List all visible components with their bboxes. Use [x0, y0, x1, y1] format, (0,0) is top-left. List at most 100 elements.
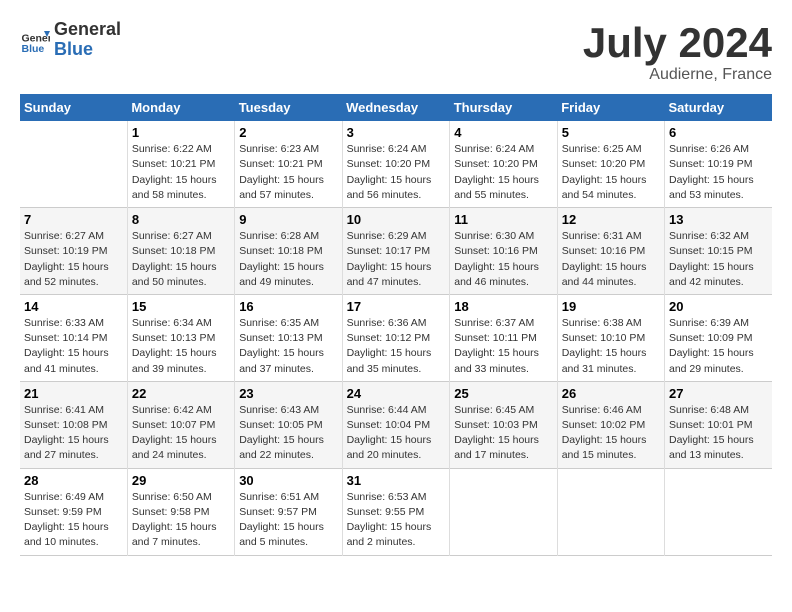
calendar-cell: 24 Sunrise: 6:44 AMSunset: 10:04 PMDaylig… — [342, 381, 450, 468]
calendar-cell: 4 Sunrise: 6:24 AMSunset: 10:20 PMDayligh… — [450, 121, 557, 207]
calendar-header-row: SundayMondayTuesdayWednesdayThursdayFrid… — [20, 94, 772, 121]
day-number: 10 — [347, 212, 446, 227]
day-number: 14 — [24, 299, 123, 314]
calendar-cell: 31 Sunrise: 6:53 AMSunset: 9:55 PMDayligh… — [342, 468, 450, 555]
calendar-cell — [665, 468, 773, 555]
calendar-cell: 5Sunrise: 6:25 AMSunset: 10:20 PMDayligh… — [557, 121, 664, 207]
day-number: 23 — [239, 386, 337, 401]
calendar-cell: 28Sunrise: 6:49 AMSunset: 9:59 PMDayligh… — [20, 468, 127, 555]
day-number: 17 — [347, 299, 446, 314]
header-day-saturday: Saturday — [665, 94, 773, 121]
logo-text-general: General — [54, 20, 121, 40]
day-info: Sunrise: 6:37 AMSunset: 10:11 PMDaylight… — [454, 316, 552, 377]
day-number: 1 — [132, 125, 230, 140]
day-number: 12 — [562, 212, 660, 227]
title-area: July 2024 Audierne, France — [583, 20, 772, 84]
day-number: 24 — [347, 386, 446, 401]
calendar-table: SundayMondayTuesdayWednesdayThursdayFrid… — [20, 94, 772, 555]
day-number: 21 — [24, 386, 123, 401]
day-info: Sunrise: 6:44 AMSunset: 10:04 PMDaylight… — [347, 403, 446, 464]
day-number: 13 — [669, 212, 768, 227]
calendar-cell: 21 Sunrise: 6:41 AMSunset: 10:08 PMDaylig… — [20, 381, 127, 468]
day-info: Sunrise: 6:51 AMSunset: 9:57 PMDaylight:… — [239, 490, 337, 551]
day-info: Sunrise: 6:30 AMSunset: 10:16 PMDaylight… — [454, 229, 552, 290]
calendar-cell: 8 Sunrise: 6:27 AMSunset: 10:18 PMDayligh… — [127, 208, 234, 295]
day-info: Sunrise: 6:43 AMSunset: 10:05 PMDaylight… — [239, 403, 337, 464]
day-info: Sunrise: 6:45 AMSunset: 10:03 PMDaylight… — [454, 403, 552, 464]
calendar-cell: 15Sunrise: 6:34 AMSunset: 10:13 PMDaylig… — [127, 294, 234, 381]
day-info: Sunrise: 6:23 AMSunset: 10:21 PMDaylight… — [239, 142, 337, 203]
day-info: Sunrise: 6:27 AMSunset: 10:19 PMDaylight… — [24, 229, 123, 290]
calendar-cell: 18Sunrise: 6:37 AMSunset: 10:11 PMDaylig… — [450, 294, 557, 381]
header-day-friday: Friday — [557, 94, 664, 121]
calendar-cell: 25 Sunrise: 6:45 AMSunset: 10:03 PMDaylig… — [450, 381, 557, 468]
logo: General Blue General Blue — [20, 20, 121, 60]
day-info: Sunrise: 6:32 AMSunset: 10:15 PMDaylight… — [669, 229, 768, 290]
day-info: Sunrise: 6:25 AMSunset: 10:20 PMDaylight… — [562, 142, 660, 203]
calendar-body: 1 Sunrise: 6:22 AMSunset: 10:21 PMDayligh… — [20, 121, 772, 555]
day-number: 27 — [669, 386, 768, 401]
day-info: Sunrise: 6:39 AMSunset: 10:09 PMDaylight… — [669, 316, 768, 377]
day-info: Sunrise: 6:41 AMSunset: 10:08 PMDaylight… — [24, 403, 123, 464]
calendar-cell: 1 Sunrise: 6:22 AMSunset: 10:21 PMDayligh… — [127, 121, 234, 207]
week-row-3: 14Sunrise: 6:33 AMSunset: 10:14 PMDaylig… — [20, 294, 772, 381]
header-day-thursday: Thursday — [450, 94, 557, 121]
day-number: 2 — [239, 125, 337, 140]
day-info: Sunrise: 6:31 AMSunset: 10:16 PMDaylight… — [562, 229, 660, 290]
calendar-cell: 12 Sunrise: 6:31 AMSunset: 10:16 PMDaylig… — [557, 208, 664, 295]
day-info: Sunrise: 6:24 AMSunset: 10:20 PMDaylight… — [454, 142, 552, 203]
calendar-cell: 19Sunrise: 6:38 AMSunset: 10:10 PMDaylig… — [557, 294, 664, 381]
day-info: Sunrise: 6:35 AMSunset: 10:13 PMDaylight… — [239, 316, 337, 377]
calendar-cell: 22Sunrise: 6:42 AMSunset: 10:07 PMDaylig… — [127, 381, 234, 468]
day-number: 25 — [454, 386, 552, 401]
week-row-5: 28Sunrise: 6:49 AMSunset: 9:59 PMDayligh… — [20, 468, 772, 555]
svg-text:Blue: Blue — [22, 43, 45, 55]
day-number: 7 — [24, 212, 123, 227]
calendar-cell: 14Sunrise: 6:33 AMSunset: 10:14 PMDaylig… — [20, 294, 127, 381]
day-number: 30 — [239, 473, 337, 488]
day-number: 4 — [454, 125, 552, 140]
day-number: 3 — [347, 125, 446, 140]
calendar-cell: 9Sunrise: 6:28 AMSunset: 10:18 PMDayligh… — [235, 208, 342, 295]
day-info: Sunrise: 6:29 AMSunset: 10:17 PMDaylight… — [347, 229, 446, 290]
day-number: 29 — [132, 473, 230, 488]
calendar-cell: 26 Sunrise: 6:46 AMSunset: 10:02 PMDaylig… — [557, 381, 664, 468]
week-row-4: 21 Sunrise: 6:41 AMSunset: 10:08 PMDaylig… — [20, 381, 772, 468]
day-number: 20 — [669, 299, 768, 314]
week-row-1: 1 Sunrise: 6:22 AMSunset: 10:21 PMDayligh… — [20, 121, 772, 207]
calendar-cell: 13 Sunrise: 6:32 AMSunset: 10:15 PMDaylig… — [665, 208, 773, 295]
calendar-cell: 2 Sunrise: 6:23 AMSunset: 10:21 PMDayligh… — [235, 121, 342, 207]
day-info: Sunrise: 6:22 AMSunset: 10:21 PMDaylight… — [132, 142, 230, 203]
calendar-cell: 10 Sunrise: 6:29 AMSunset: 10:17 PMDaylig… — [342, 208, 450, 295]
day-number: 16 — [239, 299, 337, 314]
day-info: Sunrise: 6:27 AMSunset: 10:18 PMDaylight… — [132, 229, 230, 290]
day-info: Sunrise: 6:26 AMSunset: 10:19 PMDaylight… — [669, 142, 768, 203]
day-info: Sunrise: 6:48 AMSunset: 10:01 PMDaylight… — [669, 403, 768, 464]
page-subtitle: Audierne, France — [583, 66, 772, 84]
day-number: 31 — [347, 473, 446, 488]
day-number: 11 — [454, 212, 552, 227]
day-info: Sunrise: 6:53 AMSunset: 9:55 PMDaylight:… — [347, 490, 446, 551]
calendar-cell — [20, 121, 127, 207]
day-info: Sunrise: 6:38 AMSunset: 10:10 PMDaylight… — [562, 316, 660, 377]
day-info: Sunrise: 6:28 AMSunset: 10:18 PMDaylight… — [239, 229, 337, 290]
header-day-monday: Monday — [127, 94, 234, 121]
calendar-cell: 6Sunrise: 6:26 AMSunset: 10:19 PMDayligh… — [665, 121, 773, 207]
day-info: Sunrise: 6:50 AMSunset: 9:58 PMDaylight:… — [132, 490, 230, 551]
day-number: 26 — [562, 386, 660, 401]
header: General Blue General Blue July 2024 Audi… — [20, 20, 772, 84]
calendar-cell: 29 Sunrise: 6:50 AMSunset: 9:58 PMDayligh… — [127, 468, 234, 555]
calendar-cell: 23 Sunrise: 6:43 AMSunset: 10:05 PMDaylig… — [235, 381, 342, 468]
header-day-sunday: Sunday — [20, 94, 127, 121]
calendar-cell: 17 Sunrise: 6:36 AMSunset: 10:12 PMDaylig… — [342, 294, 450, 381]
page-title: July 2024 — [583, 20, 772, 66]
day-number: 15 — [132, 299, 230, 314]
day-info: Sunrise: 6:46 AMSunset: 10:02 PMDaylight… — [562, 403, 660, 464]
calendar-cell — [557, 468, 664, 555]
day-info: Sunrise: 6:24 AMSunset: 10:20 PMDaylight… — [347, 142, 446, 203]
calendar-cell: 11 Sunrise: 6:30 AMSunset: 10:16 PMDaylig… — [450, 208, 557, 295]
day-info: Sunrise: 6:36 AMSunset: 10:12 PMDaylight… — [347, 316, 446, 377]
day-number: 8 — [132, 212, 230, 227]
header-day-tuesday: Tuesday — [235, 94, 342, 121]
day-number: 22 — [132, 386, 230, 401]
